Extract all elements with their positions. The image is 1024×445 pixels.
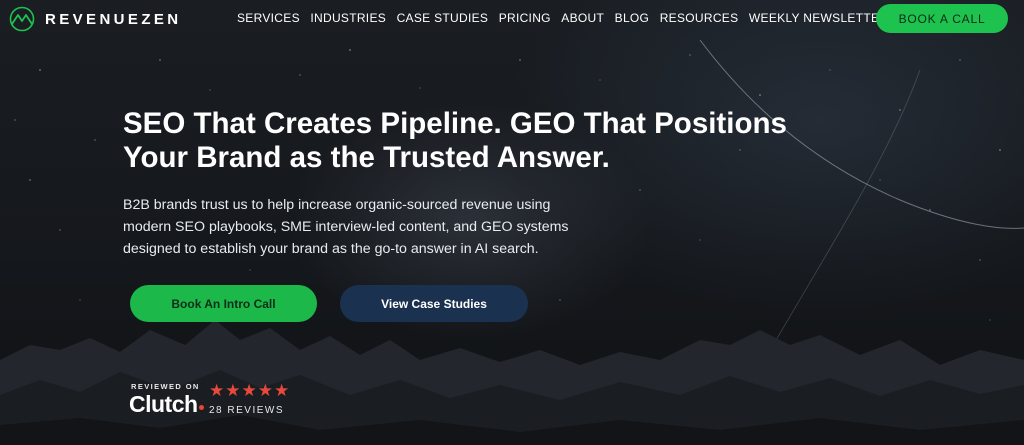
book-intro-call-button[interactable]: Book An Intro Call xyxy=(130,285,317,322)
reviewed-on-label: REVIEWED ON xyxy=(131,382,200,391)
brand-logo[interactable]: REVENUEZEN xyxy=(7,6,182,32)
hero-subheading-line-3: designed to establish your brand as the … xyxy=(123,241,539,257)
star-icon: ★ xyxy=(225,381,241,400)
book-a-call-button[interactable]: BOOK A CALL xyxy=(876,4,1008,33)
nav-link-case-studies[interactable]: CASE STUDIES xyxy=(397,11,489,25)
clutch-logo[interactable]: Clutch xyxy=(129,391,204,418)
clutch-dot-icon xyxy=(198,405,204,410)
nav-links: SERVICES INDUSTRIES CASE STUDIES PRICING… xyxy=(237,11,899,25)
nav-link-blog[interactable]: BLOG xyxy=(615,11,650,25)
star-icon: ★ xyxy=(257,381,273,400)
hero-headline-line-2: Your Brand as the Trusted Answer. xyxy=(123,141,610,174)
star-rating: ★ ★ ★ ★ ★ xyxy=(209,382,289,399)
clutch-logo-text: Clutch xyxy=(129,391,198,417)
star-icon: ★ xyxy=(274,381,290,400)
review-count[interactable]: 28 REVIEWS xyxy=(209,405,284,416)
nav-link-services[interactable]: SERVICES xyxy=(237,11,300,25)
nav-link-pricing[interactable]: PRICING xyxy=(499,11,551,25)
hero-subheading: B2B brands trust us to help increase org… xyxy=(123,194,623,260)
star-icon: ★ xyxy=(241,381,257,400)
hero-headline-line-1: SEO That Creates Pipeline. GEO That Posi… xyxy=(123,107,787,140)
mountain-logo-icon xyxy=(9,6,35,32)
star-icon: ★ xyxy=(209,381,225,400)
hero-subheading-line-2: modern SEO playbooks, SME interview-led … xyxy=(123,219,569,235)
nav-link-about[interactable]: ABOUT xyxy=(561,11,604,25)
top-navigation: REVENUEZEN SERVICES INDUSTRIES CASE STUD… xyxy=(0,0,1024,38)
hero-headline: SEO That Creates Pipeline. GEO That Posi… xyxy=(123,107,883,175)
view-case-studies-button[interactable]: View Case Studies xyxy=(340,285,528,322)
brand-name: REVENUEZEN xyxy=(45,10,182,28)
nav-link-industries[interactable]: INDUSTRIES xyxy=(310,11,386,25)
nav-link-weekly-newsletter[interactable]: WEEKLY NEWSLETTER xyxy=(749,11,888,25)
nav-link-resources[interactable]: RESOURCES xyxy=(660,11,739,25)
hero-subheading-line-1: B2B brands trust us to help increase org… xyxy=(123,197,551,213)
